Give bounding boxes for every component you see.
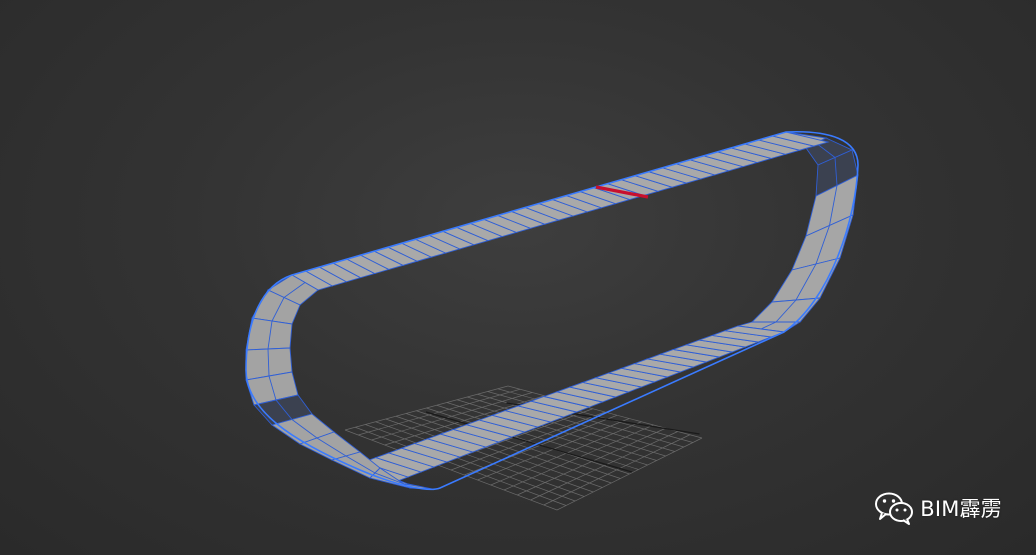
grid-line [503, 424, 654, 491]
watermark: BIM霹雳 [874, 491, 1002, 525]
strip-right-face [750, 297, 822, 323]
viewport-scene[interactable] [0, 0, 1036, 555]
strip-left-face [245, 317, 293, 351]
watermark-text: BIM霹雳 [920, 497, 1002, 521]
grid-line [556, 437, 703, 511]
wechat-icon [875, 492, 914, 525]
3d-viewport[interactable]: BIM霹雳 [0, 0, 1036, 555]
grid-line [543, 434, 691, 506]
